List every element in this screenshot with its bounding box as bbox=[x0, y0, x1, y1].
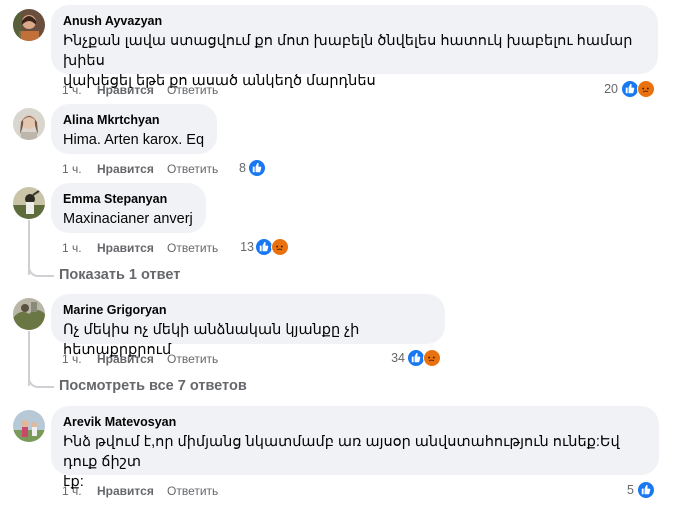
comment-bubble: Marine Grigoryan Ոչ մեկիս ոչ մեկի անձնակ… bbox=[51, 294, 445, 358]
show-replies-link[interactable]: Показать 1 ответ bbox=[59, 266, 180, 284]
like-button[interactable]: Нравится bbox=[97, 162, 154, 176]
comment-author[interactable]: Emma Stepanyan bbox=[63, 191, 194, 207]
like-icon bbox=[248, 159, 266, 177]
comment-author[interactable]: Anush Ayvazyan bbox=[63, 13, 646, 29]
reply-button[interactable]: Ответить bbox=[167, 484, 218, 498]
comment-time[interactable]: 1 ч. bbox=[62, 352, 82, 366]
reply-button[interactable]: Ответить bbox=[167, 162, 218, 176]
avatar[interactable] bbox=[13, 108, 45, 140]
comment-author[interactable]: Alina Mkrtchyan bbox=[63, 112, 205, 128]
comment-bubble: Anush Ayvazyan Ինչքան լավա ստացվում քո մ… bbox=[51, 5, 658, 89]
like-icon bbox=[637, 481, 655, 499]
like-button[interactable]: Нравится bbox=[97, 484, 154, 498]
comment-time[interactable]: 1 ч. bbox=[62, 83, 82, 97]
angry-icon bbox=[423, 349, 441, 367]
comment-bubble: Emma Stepanyan Maxinacianer anverj bbox=[51, 183, 206, 233]
reactions-summary[interactable]: 8 bbox=[220, 159, 270, 177]
comment-text: Maxinacianer anverj bbox=[63, 211, 193, 227]
comment-time[interactable]: 1 ч. bbox=[62, 484, 82, 498]
angry-icon bbox=[271, 238, 289, 256]
reaction-count: 34 bbox=[391, 351, 405, 365]
reply-button[interactable]: Ответить bbox=[167, 83, 218, 97]
avatar[interactable] bbox=[13, 410, 45, 442]
reaction-count: 8 bbox=[239, 161, 246, 175]
like-button[interactable]: Нравится bbox=[97, 352, 154, 366]
comment-bubble: Alina Mkrtchyan Hima. Arten karox. Eq bbox=[51, 104, 217, 154]
comment-bubble: Arevik Matevosyan Ինձ թվում է,որ միմյանց… bbox=[51, 406, 659, 490]
comment-time[interactable]: 1 ч. bbox=[62, 241, 82, 255]
comment-time[interactable]: 1 ч. bbox=[62, 162, 82, 176]
angry-icon bbox=[637, 80, 655, 98]
avatar[interactable] bbox=[13, 298, 45, 330]
reactions-summary[interactable]: 34 bbox=[385, 349, 445, 367]
reply-button[interactable]: Ответить bbox=[167, 241, 218, 255]
comment-author[interactable]: Arevik Matevosyan bbox=[63, 414, 647, 430]
reply-button[interactable]: Ответить bbox=[167, 352, 218, 366]
reactions-summary[interactable]: 13 bbox=[230, 238, 290, 256]
reaction-count: 5 bbox=[627, 483, 634, 497]
comment-text: Hima. Arten karox. Eq bbox=[63, 132, 205, 148]
comment-author[interactable]: Marine Grigoryan bbox=[63, 302, 433, 318]
reactions-summary[interactable]: 20 bbox=[600, 80, 660, 98]
avatar[interactable] bbox=[13, 187, 45, 219]
comment-text: Ինչքան լավա ստացվում քո մոտ խաբելն ծնվել… bbox=[63, 33, 633, 89]
reaction-count: 20 bbox=[604, 82, 618, 96]
like-button[interactable]: Нравится bbox=[97, 83, 154, 97]
thread-connector bbox=[28, 366, 54, 388]
thread-connector bbox=[28, 255, 54, 277]
show-replies-link[interactable]: Посмотреть все 7 ответов bbox=[59, 377, 247, 395]
comment-text: Ինձ թվում է,որ միմյանց նկատմամբ առ այսօր… bbox=[63, 434, 620, 490]
like-button[interactable]: Нравится bbox=[97, 241, 154, 255]
avatar[interactable] bbox=[13, 9, 45, 41]
reactions-summary[interactable]: 5 bbox=[610, 481, 660, 499]
reaction-count: 13 bbox=[240, 240, 254, 254]
